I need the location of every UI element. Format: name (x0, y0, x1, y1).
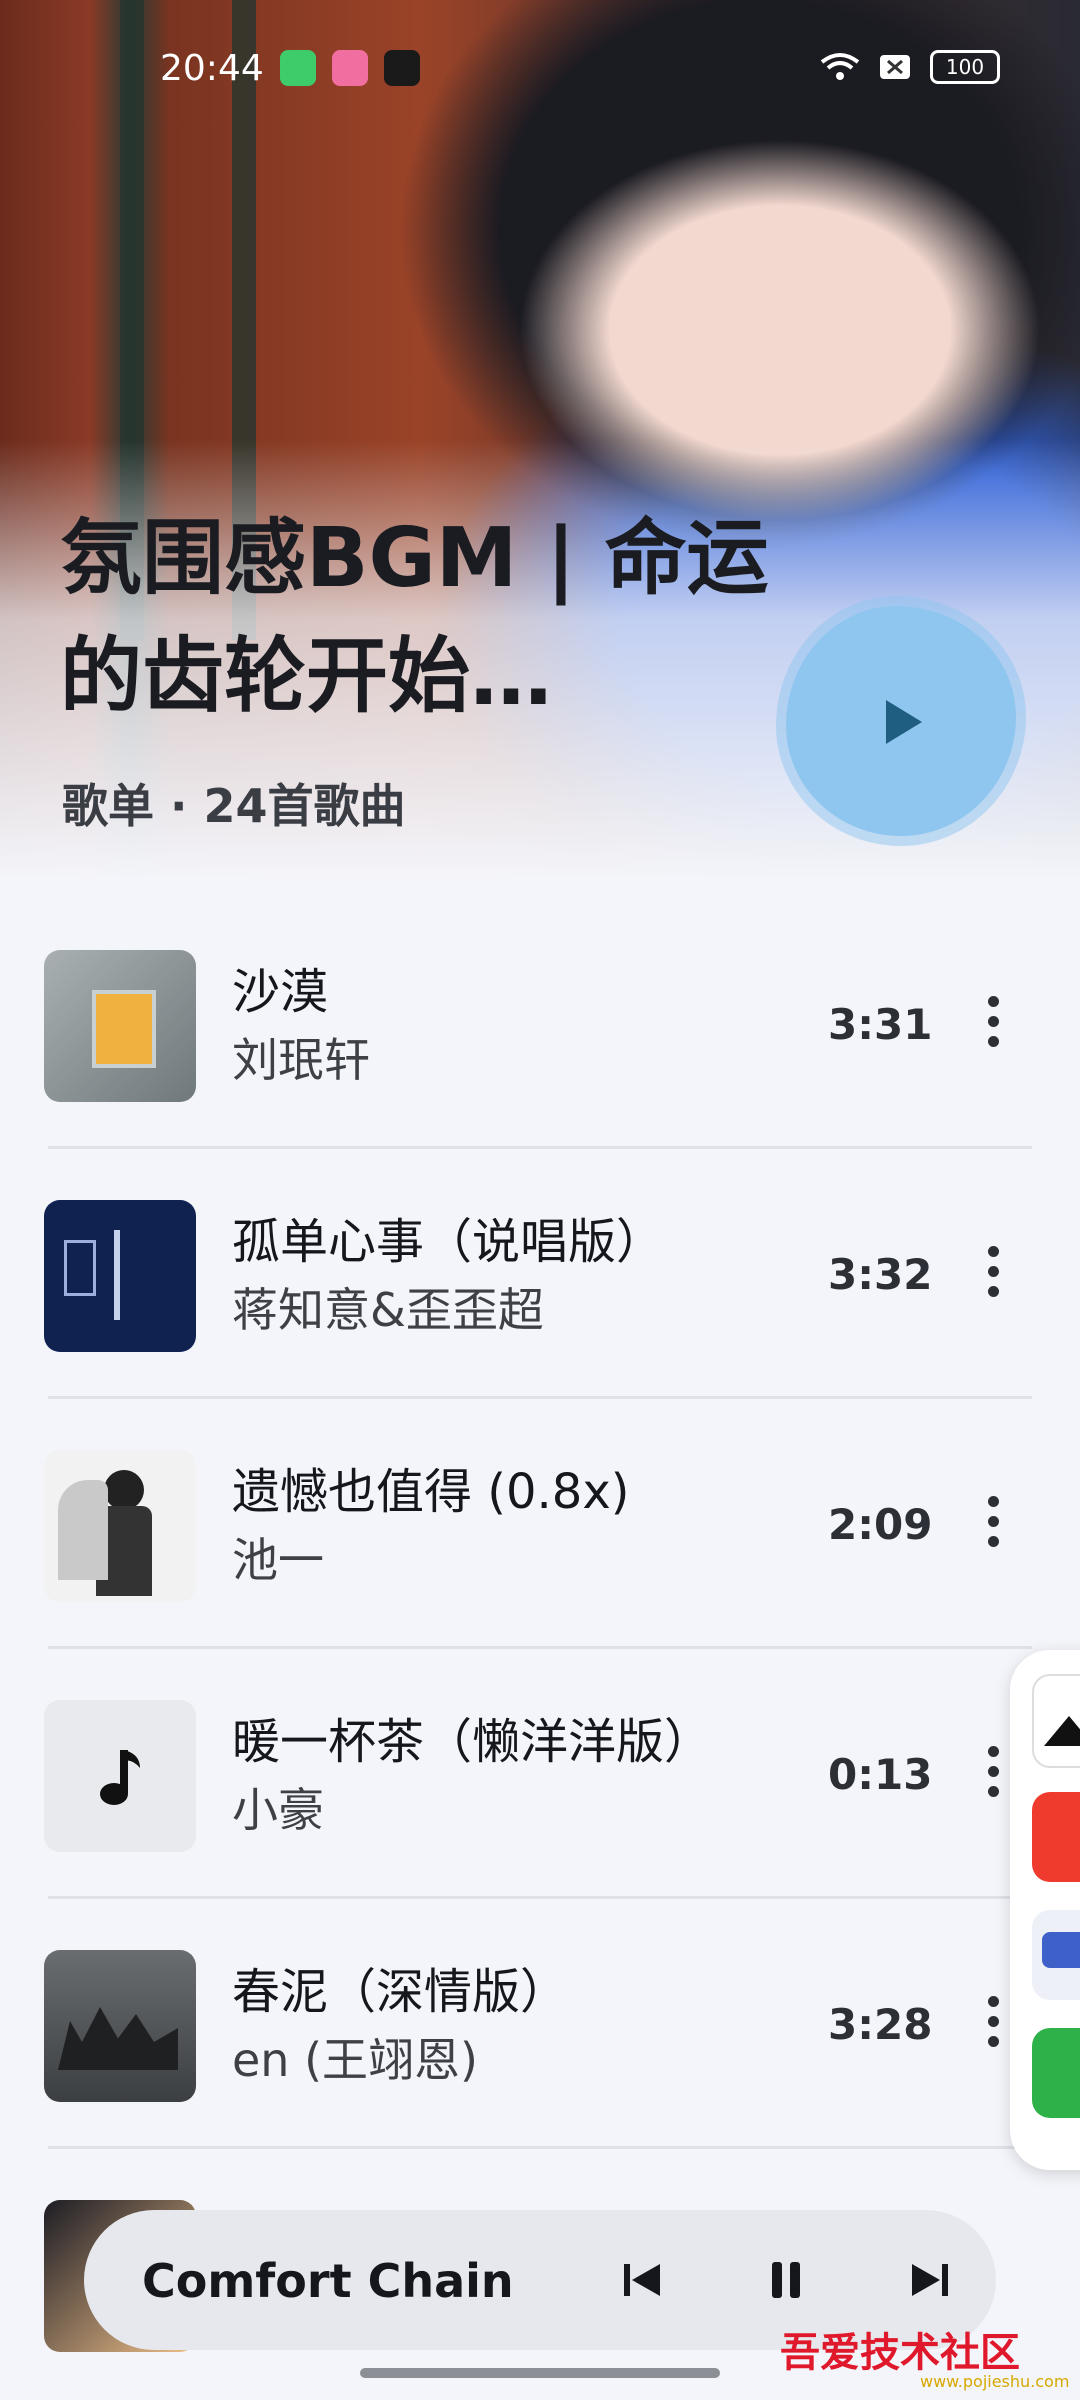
watermark-text: 吾爱技术社区 (780, 2329, 1020, 2376)
song-duration: 0:13 (828, 1750, 933, 1799)
album-cover (44, 1450, 196, 1602)
song-duration: 3:31 (828, 1000, 933, 1049)
playlist-subtitle: 歌单 · 24首歌曲 (62, 779, 406, 833)
screen-app-icon[interactable] (1032, 1910, 1080, 2000)
song-title: 春泥（深情版） (232, 1964, 569, 2020)
status-bar: 20:44 100 (0, 40, 1080, 100)
song-title: 孤单心事（说唱版） (232, 1214, 665, 1270)
playlist-title: 氛围感BGM | 命运的齿轮开始… (60, 511, 769, 724)
more-options-icon[interactable] (980, 1746, 1006, 1806)
song-duration: 2:09 (828, 1500, 933, 1549)
music-note-icon (100, 1750, 140, 1805)
pause-button[interactable] (756, 2250, 816, 2310)
song-row[interactable]: 沙漠 刘珉轩 3:31 (0, 900, 1080, 1150)
song-row[interactable]: 暖一杯茶（懒洋洋版） 小豪 0:13 (0, 1650, 1080, 1900)
bilibili-app-icon (332, 50, 368, 86)
song-duration: 3:32 (828, 1250, 933, 1299)
song-artist: 蒋知意&歪歪超 (232, 1283, 544, 1337)
no-sim-icon (880, 55, 910, 79)
divider (48, 1896, 1032, 1899)
more-apps-icon[interactable] (1032, 2028, 1080, 2118)
wifi-icon (820, 53, 860, 80)
more-options-icon[interactable] (980, 996, 1006, 1056)
more-options-icon[interactable] (980, 1996, 1006, 2056)
song-row[interactable]: 春泥（深情版） en (王翊恩) 3:28 (0, 1900, 1080, 2150)
next-track-button[interactable] (900, 2250, 960, 2310)
album-cover (44, 1200, 196, 1352)
more-options-icon[interactable] (980, 1496, 1006, 1556)
song-artist: 小豪 (232, 1783, 324, 1837)
song-row[interactable]: 遗憾也值得 (0.8x) 池一 2:09 (0, 1400, 1080, 1650)
song-duration: 3:28 (828, 2000, 933, 2049)
song-artist: 刘珉轩 (232, 1033, 370, 1087)
divider (48, 1396, 1032, 1399)
battery-indicator: 100 (930, 50, 1000, 84)
watermark-url: www.pojieshu.com (920, 2372, 1070, 2391)
now-playing-title: Comfort Chain (142, 2254, 514, 2308)
song-title: 沙漠 (232, 964, 329, 1020)
app-shortcut-icon[interactable] (1032, 1674, 1080, 1768)
song-artist: en (王翊恩) (232, 2033, 478, 2087)
play-all-button[interactable] (786, 606, 1016, 836)
divider (48, 1646, 1032, 1649)
previous-track-button[interactable] (612, 2250, 672, 2310)
divider (48, 2146, 1032, 2149)
song-artist: 池一 (232, 1533, 324, 1587)
home-indicator[interactable] (360, 2368, 720, 2378)
album-cover (44, 950, 196, 1102)
more-options-icon[interactable] (980, 1246, 1006, 1306)
album-cover-placeholder (44, 1700, 196, 1852)
divider (48, 1146, 1032, 1149)
play-icon (886, 700, 922, 744)
song-title: 遗憾也值得 (0.8x) (232, 1464, 630, 1520)
mt-app-icon (384, 50, 420, 86)
floating-app-dock[interactable] (1010, 1650, 1080, 2170)
song-row[interactable]: 孤单心事（说唱版） 蒋知意&歪歪超 3:32 (0, 1150, 1080, 1400)
song-title: 暖一杯茶（懒洋洋版） (232, 1714, 713, 1770)
status-time: 20:44 (160, 48, 264, 89)
shield-app-icon (280, 50, 316, 86)
album-cover (44, 1950, 196, 2102)
translate-app-icon[interactable] (1032, 1792, 1080, 1882)
